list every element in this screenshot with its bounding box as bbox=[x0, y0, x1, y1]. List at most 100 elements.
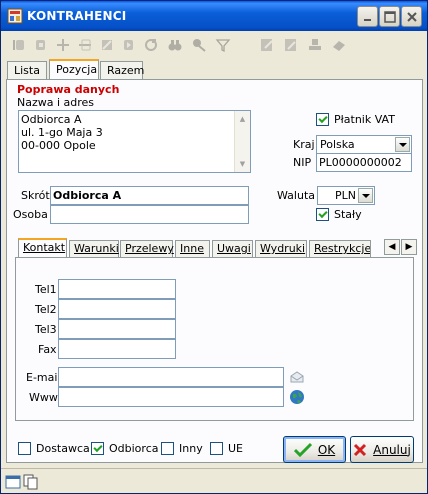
currency-dropdown-button[interactable] bbox=[358, 188, 373, 203]
tab-lista-label: Lista bbox=[14, 64, 40, 77]
toolbar bbox=[1, 31, 427, 59]
close-button[interactable] bbox=[401, 6, 422, 27]
previous-record-icon[interactable] bbox=[33, 37, 49, 53]
add-record-icon[interactable] bbox=[55, 37, 71, 53]
ok-button[interactable]: OK bbox=[283, 436, 346, 463]
short-name-label: Skrót bbox=[21, 189, 50, 202]
cancel-label: Anuluj bbox=[373, 442, 411, 457]
arrow-left-icon: ◀ bbox=[388, 242, 396, 252]
tabs-scroll-right-button[interactable]: ▶ bbox=[401, 239, 417, 255]
vat-label: Płatnik VAT bbox=[334, 113, 395, 126]
delete-record-icon[interactable] bbox=[77, 37, 93, 53]
title-bar[interactable]: KONTRAHENCI bbox=[1, 1, 427, 31]
tab-wydruki-label: Wydruki bbox=[260, 242, 306, 255]
eraser-icon[interactable] bbox=[331, 37, 347, 53]
tab-restrykcje-label: Restrykcje bbox=[314, 242, 371, 255]
country-value: Polska bbox=[320, 138, 355, 151]
other-checkbox[interactable] bbox=[161, 442, 174, 455]
edit-record-icon[interactable] bbox=[99, 37, 115, 53]
tab-pozycja-label: Pozycja bbox=[56, 63, 98, 76]
country-select[interactable]: Polska bbox=[316, 135, 412, 154]
sub-tabs: Kontakt Warunki Przelewy Inne Uwagi Wydr… bbox=[15, 238, 417, 257]
arrow-right-icon: ▶ bbox=[405, 242, 413, 252]
tel3-label: Tel3 bbox=[35, 323, 57, 336]
tab-uwagi[interactable]: Uwagi bbox=[212, 240, 253, 257]
tab-kontakt-label: Kontakt bbox=[23, 241, 66, 254]
tabs-scroll-left-button[interactable]: ◀ bbox=[384, 239, 400, 255]
window-icon[interactable] bbox=[5, 474, 21, 490]
scroll-up-arrow-icon[interactable]: ▲ bbox=[235, 111, 250, 127]
scroll-down-arrow-icon[interactable]: ▼ bbox=[235, 156, 250, 172]
tab-warunki[interactable]: Warunki bbox=[69, 240, 119, 257]
tel3-field[interactable] bbox=[58, 319, 176, 339]
tab-przelewy[interactable]: Przelewy bbox=[120, 240, 174, 257]
tab-razem[interactable]: Razem bbox=[100, 61, 145, 79]
status-bar bbox=[1, 468, 427, 493]
note-icon[interactable] bbox=[283, 37, 299, 53]
refresh-icon[interactable] bbox=[143, 37, 159, 53]
section-title: Poprawa danych bbox=[17, 83, 120, 96]
email-label: E-mail bbox=[26, 371, 61, 384]
tab-lista[interactable]: Lista bbox=[7, 61, 47, 79]
minimize-button[interactable] bbox=[357, 6, 378, 27]
address-label: Nazwa i adres bbox=[17, 96, 95, 109]
edit-document-icon[interactable] bbox=[259, 37, 275, 53]
nip-field[interactable]: PL0000000002 bbox=[316, 153, 412, 172]
search-tools-icon[interactable] bbox=[191, 37, 207, 53]
tel2-label: Tel2 bbox=[35, 303, 57, 316]
envelope-icon[interactable] bbox=[289, 369, 305, 385]
filter-icon[interactable] bbox=[215, 37, 231, 53]
person-field[interactable] bbox=[50, 205, 249, 224]
tab-warunki-label: Warunki bbox=[74, 242, 119, 255]
address-line-1: Odbiorca A bbox=[21, 113, 82, 126]
address-memo[interactable]: Odbiorca A ul. 1-go Maja 3 00-000 Opole … bbox=[18, 110, 251, 173]
next-record-icon[interactable] bbox=[121, 37, 137, 53]
binoculars-icon[interactable] bbox=[167, 37, 183, 53]
email-field[interactable] bbox=[58, 367, 284, 387]
tab-inne-label: Inne bbox=[180, 242, 204, 255]
short-name-value: Odbiorca A bbox=[53, 189, 122, 202]
tab-wydruki[interactable]: Wydruki bbox=[255, 240, 307, 257]
kontrahenci-window: KONTRAHENCI Lista Pozycja Razem Poprawa … bbox=[0, 0, 428, 494]
copy-icon[interactable] bbox=[23, 474, 39, 490]
tab-inne[interactable]: Inne bbox=[175, 240, 210, 257]
tab-przelewy-label: Przelewy bbox=[125, 242, 174, 255]
chevron-down-icon bbox=[361, 193, 370, 198]
fixed-checkbox[interactable] bbox=[316, 208, 329, 221]
currency-select[interactable]: PLN bbox=[317, 186, 375, 205]
checkmark-icon bbox=[293, 442, 312, 457]
minimize-icon bbox=[363, 18, 371, 21]
tel2-field[interactable] bbox=[58, 299, 176, 319]
chevron-down-icon bbox=[398, 142, 407, 147]
window-title: KONTRAHENCI bbox=[27, 9, 127, 23]
globe-icon[interactable] bbox=[289, 389, 305, 405]
first-record-icon[interactable] bbox=[11, 37, 27, 53]
www-field[interactable] bbox=[58, 387, 284, 407]
country-dropdown-button[interactable] bbox=[395, 137, 410, 152]
eu-checkbox[interactable] bbox=[210, 442, 223, 455]
contact-panel: Tel1 Tel2 Tel3 Fax E-mail Www bbox=[15, 257, 414, 421]
tab-pozycja[interactable]: Pozycja bbox=[49, 59, 99, 79]
fax-field[interactable] bbox=[58, 339, 176, 359]
tab-razem-label: Razem bbox=[107, 64, 145, 77]
tab-restrykcje[interactable]: Restrykcje bbox=[309, 240, 371, 257]
vat-checkbox[interactable] bbox=[316, 113, 329, 126]
tab-kontakt[interactable]: Kontakt bbox=[18, 238, 67, 257]
tel1-field[interactable] bbox=[58, 279, 176, 299]
tel1-label: Tel1 bbox=[35, 283, 57, 296]
close-icon bbox=[406, 11, 417, 22]
supplier-checkbox[interactable] bbox=[18, 442, 31, 455]
nip-value: PL0000000002 bbox=[319, 156, 402, 169]
customer-label: Odbiorca bbox=[109, 442, 159, 455]
address-scrollbar[interactable]: ▲ ▼ bbox=[234, 111, 250, 172]
www-label: Www bbox=[29, 391, 58, 404]
customer-checkbox[interactable] bbox=[91, 442, 104, 455]
position-panel: Poprawa danych Nazwa i adres Odbiorca A … bbox=[6, 79, 423, 463]
country-label: Kraj bbox=[293, 138, 315, 151]
person-label: Osoba bbox=[13, 208, 48, 221]
stamp-icon[interactable] bbox=[307, 37, 323, 53]
cancel-button[interactable]: Anuluj bbox=[350, 436, 414, 463]
cancel-x-icon bbox=[354, 443, 367, 456]
short-name-field[interactable]: Odbiorca A bbox=[50, 186, 249, 205]
maximize-button[interactable] bbox=[379, 6, 400, 27]
